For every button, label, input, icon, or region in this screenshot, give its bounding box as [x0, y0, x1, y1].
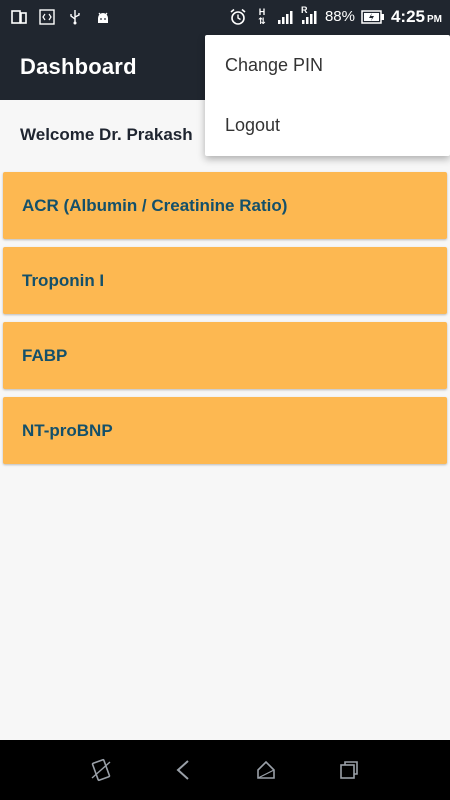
- test-list: ACR (Albumin / Creatinine Ratio) Troponi…: [3, 172, 447, 472]
- navigation-bar: [0, 740, 450, 800]
- back-icon[interactable]: [170, 756, 198, 784]
- test-item-fabp[interactable]: FABP: [3, 322, 447, 389]
- test-item-label: ACR (Albumin / Creatinine Ratio): [22, 195, 288, 215]
- status-bar: H ⇅ R 88% 4:25 PM: [0, 0, 450, 33]
- welcome-text: Welcome Dr. Prakash: [20, 125, 193, 144]
- page-title: Dashboard: [20, 53, 137, 79]
- clock: 4:25 PM: [391, 7, 442, 27]
- recents-icon[interactable]: [335, 756, 363, 784]
- menu-item-logout[interactable]: Logout: [205, 95, 450, 155]
- menu-item-change-pin[interactable]: Change PIN: [205, 35, 450, 95]
- test-item-label: Troponin I: [22, 270, 105, 290]
- battery-charging-icon: [361, 8, 385, 26]
- data-arrows-glyph: ⇅: [258, 15, 266, 26]
- overflow-menu: Change PIN Logout: [205, 35, 450, 156]
- test-item-label: NT-proBNP: [22, 420, 113, 440]
- alarm-icon: [229, 8, 247, 26]
- battery-percent: 88%: [324, 8, 355, 25]
- home-icon[interactable]: [252, 756, 280, 784]
- android-icon: [94, 8, 112, 26]
- clock-time: 4:25: [390, 6, 425, 26]
- status-right-icons: H ⇅ R 88% 4:25 PM: [229, 4, 442, 27]
- screen: H ⇅ R 88% 4:25 PM Dashboard Welcome Dr. P…: [0, 0, 450, 800]
- roaming-letter: R: [300, 4, 308, 15]
- screen-rotate-icon[interactable]: [87, 756, 115, 784]
- test-item-acr[interactable]: ACR (Albumin / Creatinine Ratio): [3, 172, 447, 239]
- test-item-nt-probnp[interactable]: NT-proBNP: [3, 397, 447, 464]
- signal-roaming-icon: R: [300, 4, 319, 26]
- usb-icon: [66, 8, 84, 26]
- data-arrows-icon: H ⇅: [258, 6, 266, 26]
- code-icon: [38, 8, 56, 26]
- test-item-label: FABP: [22, 345, 68, 365]
- test-item-troponin[interactable]: Troponin I: [3, 247, 447, 314]
- phone-tablet-icon: [10, 8, 28, 26]
- clock-ampm: PM: [427, 13, 442, 25]
- signal-icon: [277, 8, 295, 26]
- status-left-icons: [10, 8, 112, 26]
